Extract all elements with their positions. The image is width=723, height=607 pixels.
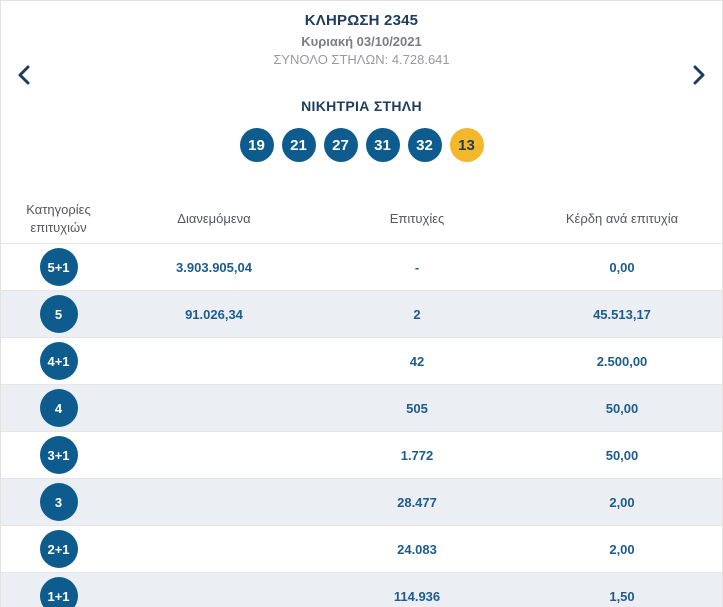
distributed-cell: 91.026,34 bbox=[116, 307, 312, 322]
chevron-left-icon bbox=[17, 65, 31, 88]
per-winner-cell: 45.513,17 bbox=[522, 307, 722, 322]
table-row: 3 28.4772,00 bbox=[1, 479, 722, 526]
previous-draw-button[interactable] bbox=[11, 63, 37, 89]
table-row: 3+1 1.77250,00 bbox=[1, 432, 722, 479]
results-table-header: Κατηγορίες επιτυχιών Διανεμόμενα Επιτυχί… bbox=[1, 195, 722, 244]
per-winner-cell: 1,50 bbox=[522, 589, 722, 604]
winning-number-ball: 31 bbox=[366, 128, 400, 162]
joker-number-ball: 13 bbox=[450, 128, 484, 162]
per-winner-cell: 2,00 bbox=[522, 542, 722, 557]
category-badge: 3 bbox=[40, 483, 78, 521]
table-row: 5 91.026,34245.513,17 bbox=[1, 291, 722, 338]
results-table: Κατηγορίες επιτυχιών Διανεμόμενα Επιτυχί… bbox=[1, 195, 722, 607]
category-badge: 5+1 bbox=[40, 248, 78, 286]
distributed-cell: 3.903.905,04 bbox=[116, 260, 312, 275]
winners-cell: - bbox=[312, 260, 522, 275]
per-winner-cell: 0,00 bbox=[522, 260, 722, 275]
draw-date: Κυριακή 03/10/2021 bbox=[1, 34, 722, 49]
draw-header: ΚΛΗΡΩΣΗ 2345 Κυριακή 03/10/2021 ΣΥΝΟΛΟ Σ… bbox=[1, 1, 722, 67]
per-winner-cell: 50,00 bbox=[522, 448, 722, 463]
chevron-right-icon bbox=[692, 65, 706, 88]
per-winner-cell: 2.500,00 bbox=[522, 354, 722, 369]
winning-number-ball: 19 bbox=[240, 128, 274, 162]
draw-title: ΚΛΗΡΩΣΗ 2345 bbox=[1, 12, 722, 29]
category-badge: 1+1 bbox=[40, 577, 78, 607]
draw-total-columns: ΣΥΝΟΛΟ ΣΤΗΛΩΝ: 4.728.641 bbox=[1, 52, 722, 67]
winners-cell: 42 bbox=[312, 354, 522, 369]
category-badge: 2+1 bbox=[40, 530, 78, 568]
category-badge: 5 bbox=[40, 295, 78, 333]
winning-column-label: ΝΙΚΗΤΡΙΑ ΣΤΗΛΗ bbox=[1, 98, 722, 114]
header-winners: Επιτυχίες bbox=[312, 210, 522, 228]
header-categories: Κατηγορίες επιτυχιών bbox=[1, 201, 116, 236]
winners-cell: 28.477 bbox=[312, 495, 522, 510]
category-badge: 3+1 bbox=[40, 436, 78, 474]
category-badge: 4 bbox=[40, 389, 78, 427]
winners-cell: 24.083 bbox=[312, 542, 522, 557]
header-distributed: Διανεμόμενα bbox=[116, 210, 312, 228]
results-table-body: 5+1 3.903.905,04-0,00 5 91.026,34245.513,17… bbox=[1, 244, 722, 607]
table-row: 5+1 3.903.905,04-0,00 bbox=[1, 244, 722, 291]
per-winner-cell: 2,00 bbox=[522, 495, 722, 510]
category-badge: 4+1 bbox=[40, 342, 78, 380]
table-row: 4+1 422.500,00 bbox=[1, 338, 722, 385]
next-draw-button[interactable] bbox=[686, 63, 712, 89]
table-row: 1+1 114.9361,50 bbox=[1, 573, 722, 607]
per-winner-cell: 50,00 bbox=[522, 401, 722, 416]
winners-cell: 114.936 bbox=[312, 589, 522, 604]
winning-numbers: 192127313213 bbox=[1, 128, 722, 162]
winners-cell: 505 bbox=[312, 401, 522, 416]
header-per-winner: Κέρδη ανά επιτυχία bbox=[522, 210, 722, 228]
table-row: 4 50550,00 bbox=[1, 385, 722, 432]
draw-results-card: ΚΛΗΡΩΣΗ 2345 Κυριακή 03/10/2021 ΣΥΝΟΛΟ Σ… bbox=[0, 0, 723, 607]
winning-number-ball: 32 bbox=[408, 128, 442, 162]
winning-number-ball: 27 bbox=[324, 128, 358, 162]
table-row: 2+1 24.0832,00 bbox=[1, 526, 722, 573]
winners-cell: 1.772 bbox=[312, 448, 522, 463]
winners-cell: 2 bbox=[312, 307, 522, 322]
winning-number-ball: 21 bbox=[282, 128, 316, 162]
